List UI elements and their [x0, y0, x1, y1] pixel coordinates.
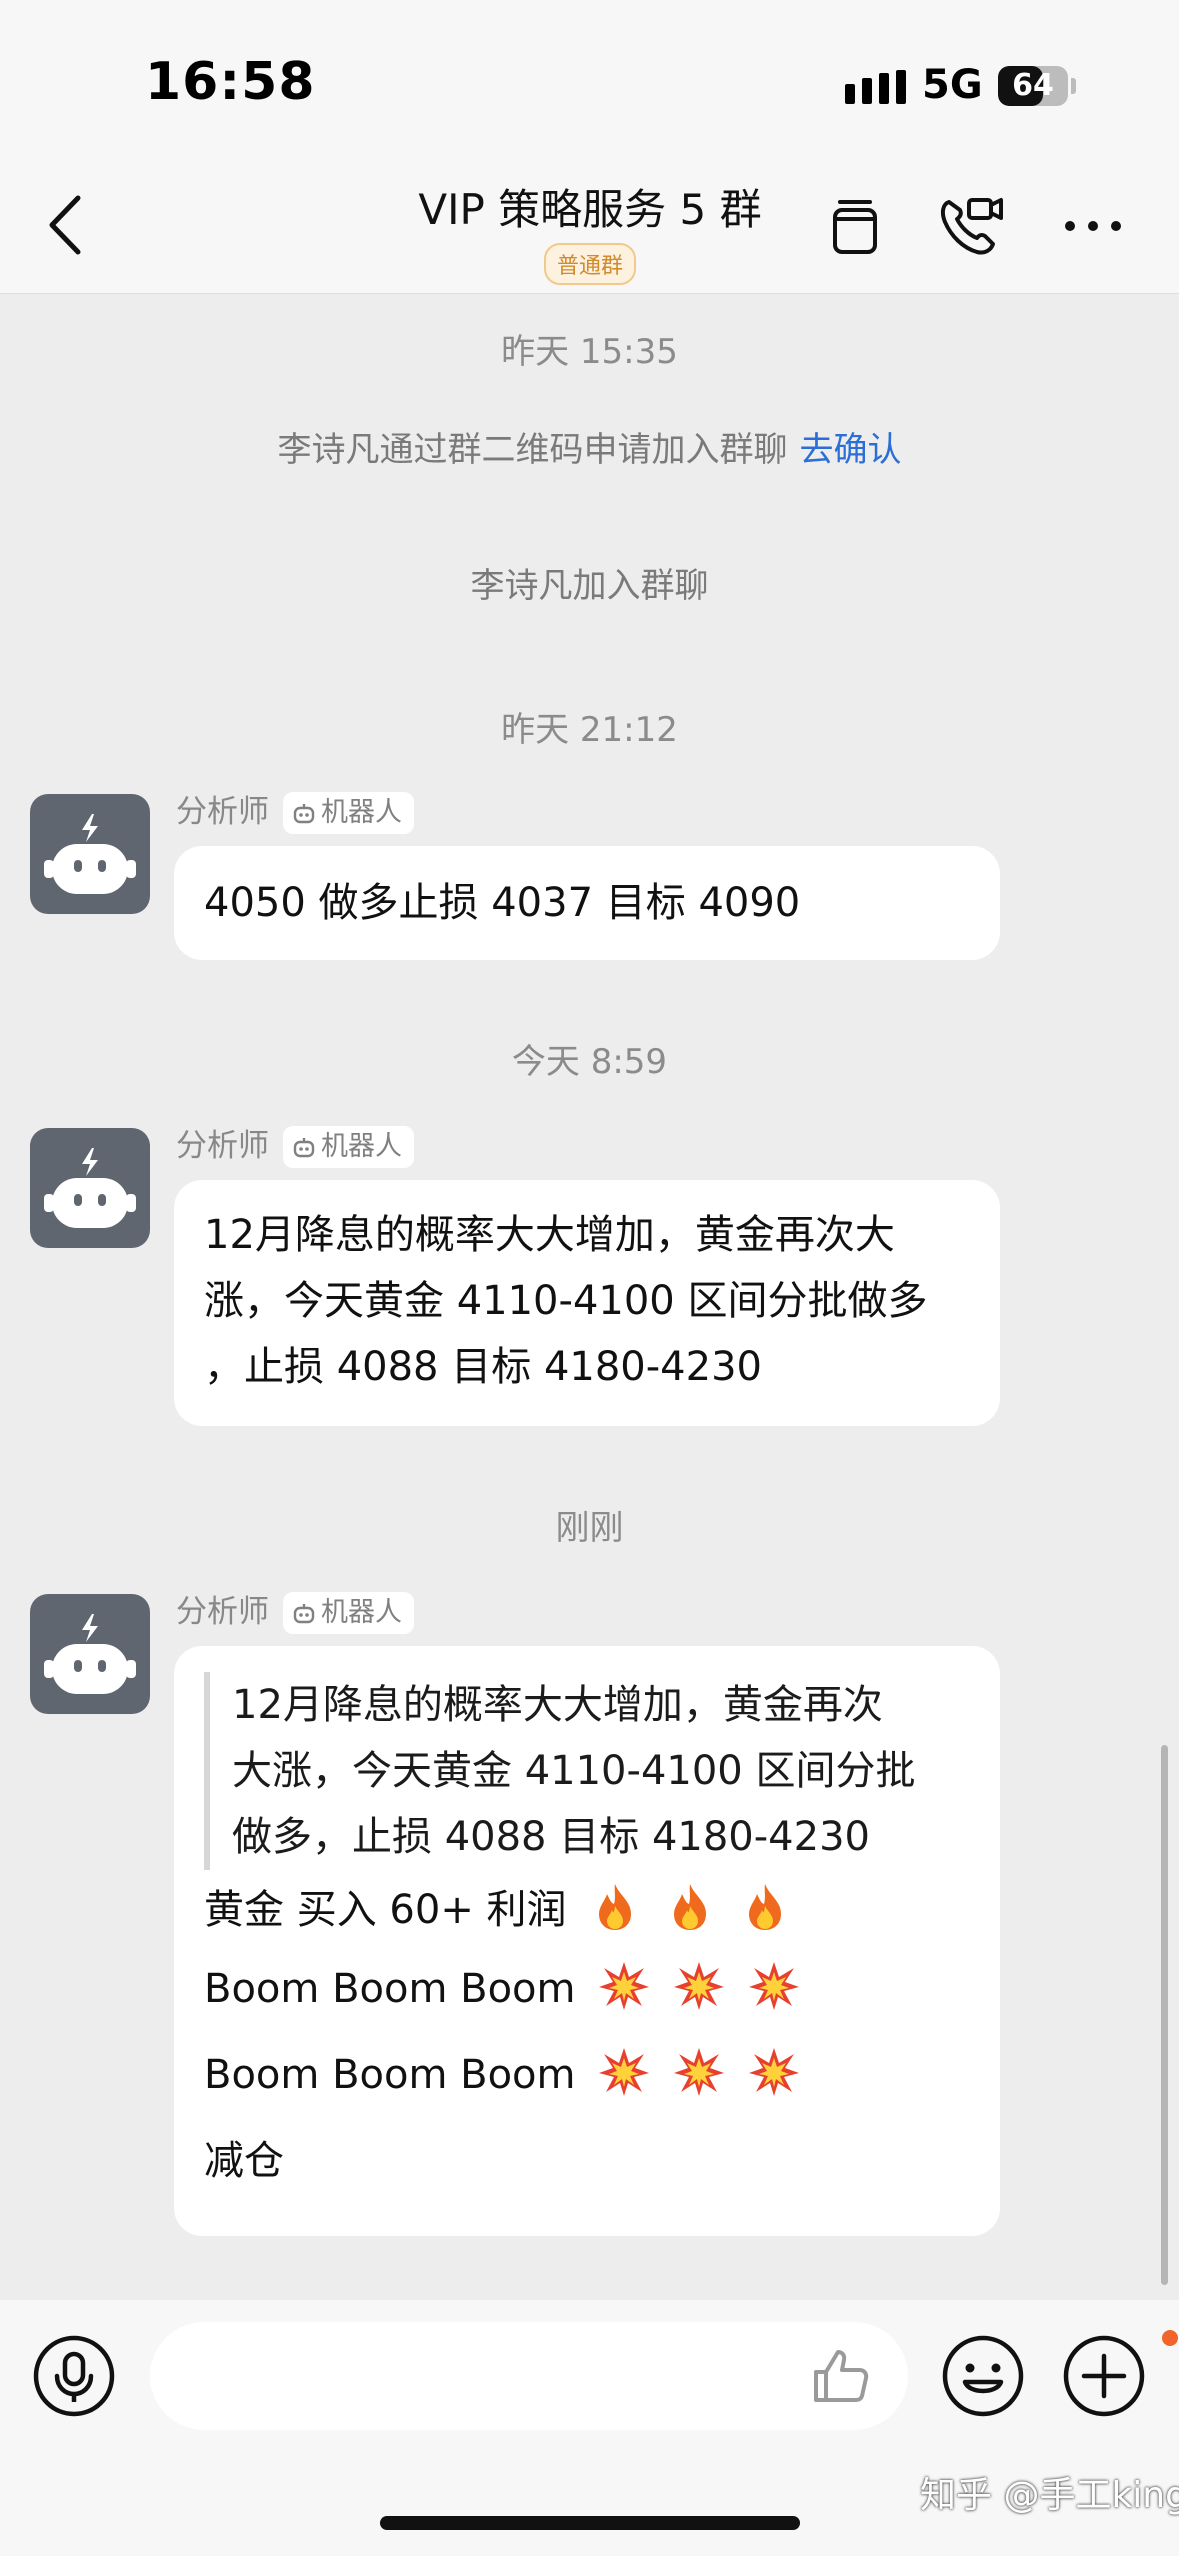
status-bar: 16:58 5G 64: [0, 0, 1179, 160]
message-text: Boom Boom Boom: [204, 1966, 576, 2012]
boom-icon: [599, 1962, 650, 2010]
robot-badge-label: 机器人: [321, 797, 402, 828]
robot-badge-label: 机器人: [321, 1597, 402, 1628]
system-timestamp: 昨天 15:35: [501, 332, 678, 372]
robot-badge: 机器人: [283, 1126, 414, 1168]
signal-icon: [845, 70, 906, 104]
robot-badge-label: 机器人: [321, 1131, 402, 1162]
robot-icon: [293, 804, 315, 824]
message-bubble[interactable]: 12月降息的概率大大增加，黄金再次大 涨，今天黄金 4110-4100 区间分批…: [174, 1180, 1000, 1426]
message-input[interactable]: [150, 2322, 908, 2430]
group-type-tag: 普通群: [543, 243, 636, 285]
thumbs-up-icon[interactable]: [808, 2344, 872, 2408]
boom-icon: [599, 2048, 650, 2096]
message-line: 涨，今天黄金 4110-4100 区间分批做多: [204, 1278, 928, 1324]
system-timestamp: 今天 8:59: [511, 1042, 668, 1082]
message-text: 黄金 买入 60+ 利润: [204, 1887, 567, 1933]
quote-line: 大涨，今天黄金 4110-4100 区间分批: [232, 1748, 916, 1794]
chat-header: VIP 策略服务 5 群 普通群: [0, 160, 1179, 294]
emoji-icon[interactable]: [939, 2332, 1027, 2420]
header-title-block[interactable]: VIP 策略服务 5 群 普通群: [340, 176, 840, 285]
message-line-profit: 黄金 买入 60+ 利润: [204, 1874, 970, 1946]
system-message-joined: 李诗凡加入群聊: [470, 566, 709, 606]
fire-icon: [674, 1884, 706, 1930]
boom-icon: [748, 2048, 799, 2096]
message-line-boom: Boom Boom Boom: [204, 1946, 970, 2032]
copy-icon[interactable]: [820, 190, 890, 260]
message-line-boom: Boom Boom Boom: [204, 2032, 970, 2118]
boom-icon: [748, 1962, 799, 2010]
join-request-text: 李诗凡通过群二维码申请加入群聊: [277, 430, 788, 470]
system-message-join-request: 李诗凡通过群二维码申请加入群聊 去确认: [0, 422, 1179, 471]
back-icon[interactable]: [40, 190, 100, 260]
avatar[interactable]: [30, 1594, 150, 1714]
quote-line: 12月降息的概率大大增加，黄金再次: [232, 1682, 883, 1728]
fire-icon: [748, 1884, 781, 1930]
robot-icon: [44, 1614, 136, 1694]
status-time: 16:58: [145, 52, 316, 112]
watermark: 知乎 @手工king: [920, 2475, 1179, 2516]
battery-icon: 64: [998, 66, 1068, 106]
confirm-link[interactable]: 去确认: [800, 430, 902, 470]
system-timestamp: 刚刚: [555, 1508, 624, 1548]
robot-icon: [44, 1148, 136, 1228]
avatar[interactable]: [30, 794, 150, 914]
boom-icon: [673, 2048, 724, 2096]
message-line: 12月降息的概率大大增加，黄金再次大: [204, 1212, 895, 1258]
robot-badge: 机器人: [283, 792, 414, 834]
message-bubble[interactable]: 12月降息的概率大大增加，黄金再次 大涨，今天黄金 4110-4100 区间分批…: [174, 1646, 1000, 2236]
battery-percent: 64: [1012, 68, 1054, 103]
quote-line: 做多，止损 4088 目标 4180-4230: [232, 1814, 870, 1860]
plus-icon[interactable]: [1060, 2332, 1148, 2420]
message-line: ，止损 4088 目标 4180-4230: [204, 1344, 762, 1390]
voice-icon[interactable]: [30, 2332, 118, 2420]
avatar[interactable]: [30, 1128, 150, 1248]
boom-icon: [673, 1962, 724, 2010]
robot-badge: 机器人: [283, 1592, 414, 1634]
network-type: 5G: [922, 62, 983, 108]
battery-cap: [1071, 78, 1076, 94]
system-timestamp: 昨天 21:12: [501, 710, 678, 750]
notification-dot: [1162, 2330, 1178, 2346]
sender-name: 分析师: [176, 1128, 269, 1164]
fire-icon: [599, 1884, 632, 1930]
sender-name: 分析师: [176, 794, 269, 830]
scrollbar[interactable]: [1161, 1745, 1168, 2285]
chat-title: VIP 策略服务 5 群: [418, 185, 762, 234]
message-bubble[interactable]: 4050 做多止损 4037 目标 4090: [174, 846, 1000, 960]
message-text: Boom Boom Boom: [204, 2052, 576, 2098]
more-icon[interactable]: [1058, 190, 1128, 260]
quoted-message[interactable]: 12月降息的概率大大增加，黄金再次 大涨，今天黄金 4110-4100 区间分批…: [204, 1672, 970, 1870]
robot-icon: [293, 1604, 315, 1624]
message-text: 4050 做多止损 4037 目标 4090: [204, 880, 801, 926]
home-indicator[interactable]: [380, 2516, 800, 2530]
chat-area[interactable]: 昨天 15:35 李诗凡通过群二维码申请加入群聊 去确认 李诗凡加入群聊 昨天 2…: [0, 294, 1179, 2314]
video-call-icon[interactable]: [935, 190, 1005, 260]
robot-icon: [44, 814, 136, 894]
sender-name: 分析师: [176, 1594, 269, 1630]
robot-icon: [293, 1138, 315, 1158]
message-line-reduce: 减仓: [204, 2138, 284, 2184]
